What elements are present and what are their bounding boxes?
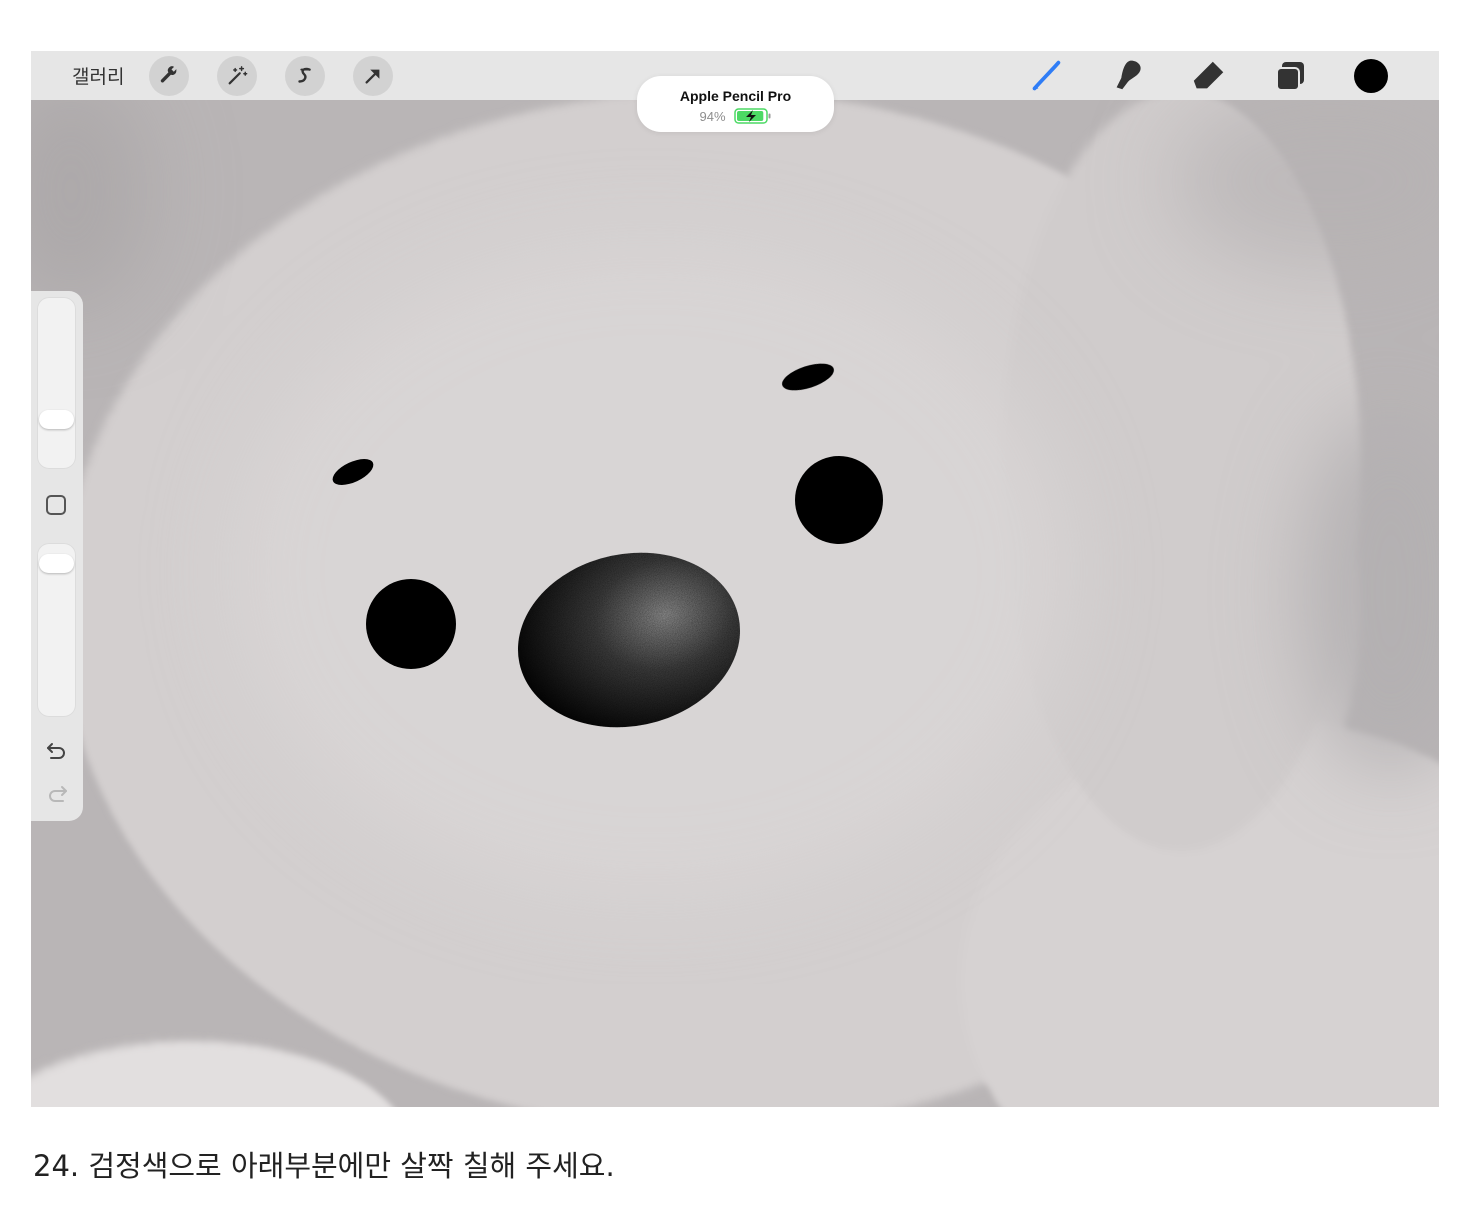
opacity-slider[interactable] (37, 543, 76, 717)
right-eye (795, 456, 883, 544)
smudge-icon (1116, 60, 1141, 90)
magic-wand-icon (228, 66, 248, 85)
selection-button[interactable] (285, 56, 325, 96)
layers-button[interactable] (1271, 57, 1309, 95)
pencil-device-name: Apple Pencil Pro (679, 88, 792, 104)
brush-icon (1032, 60, 1061, 91)
opacity-thumb[interactable] (39, 554, 74, 574)
brush-size-slider[interactable] (37, 297, 76, 469)
brush-size-thumb[interactable] (39, 409, 74, 429)
battery-percent: 94% (699, 108, 726, 124)
left-sidebar (31, 291, 83, 821)
adjustments-button[interactable] (217, 56, 257, 96)
actions-button[interactable] (149, 56, 189, 96)
brush-tool-button[interactable] (1027, 57, 1065, 95)
apple-pencil-status: Apple Pencil Pro 94% (637, 76, 834, 132)
step-caption: 24. 검정색으로 아래부분에만 살짝 칠해 주세요. (33, 1149, 615, 1183)
left-eye (366, 579, 456, 669)
transform-button[interactable] (353, 56, 393, 96)
gallery-button[interactable]: 갤러리 (72, 62, 124, 89)
selection-s-icon (298, 67, 311, 83)
eraser-icon (1193, 61, 1224, 89)
layers-icon (1276, 62, 1304, 91)
color-swatch-icon (1354, 59, 1388, 93)
undo-icon[interactable] (44, 739, 70, 765)
wrench-icon (160, 66, 177, 83)
modify-button[interactable] (46, 495, 66, 515)
color-button[interactable] (1352, 57, 1390, 95)
smudge-tool-button[interactable] (1109, 57, 1147, 95)
redo-icon[interactable] (44, 782, 70, 808)
arrow-cursor-icon (365, 69, 380, 84)
procreate-screenshot: 갤러리 Apple Pencil Pro 94% (31, 51, 1439, 1107)
eraser-tool-button[interactable] (1190, 57, 1228, 95)
drawing-canvas[interactable] (31, 51, 1439, 1107)
battery-charging-icon (733, 108, 771, 124)
